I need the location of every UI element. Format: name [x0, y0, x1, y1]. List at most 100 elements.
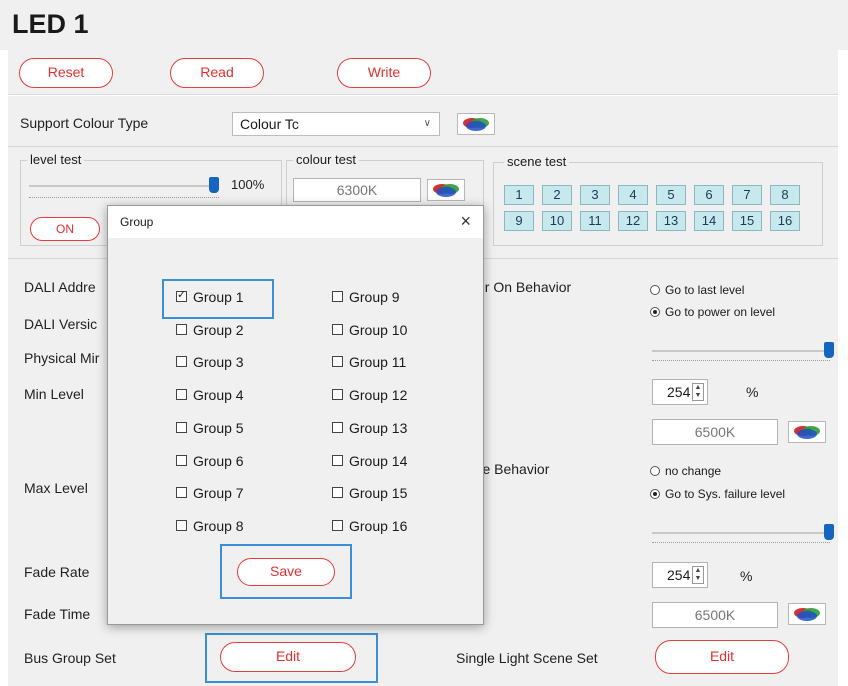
- group-checkbox[interactable]: Group 7: [176, 485, 244, 501]
- level-slider-ticks: [29, 197, 219, 199]
- power-on-option-level[interactable]: Go to power on level: [650, 305, 775, 319]
- scene-button[interactable]: 6: [694, 185, 724, 205]
- read-button[interactable]: Read: [170, 58, 264, 88]
- level-slider-track[interactable]: [29, 185, 219, 187]
- power-on-level-value: 254: [667, 384, 691, 400]
- colour-type-select[interactable]: Colour Tc ∨: [232, 112, 440, 136]
- scene-button[interactable]: 13: [656, 211, 686, 231]
- min-level-label: Min Level: [24, 386, 84, 402]
- chevron-down-icon: ∨: [423, 118, 431, 129]
- colour-picker-icon: [794, 608, 820, 621]
- scene-button[interactable]: 7: [732, 185, 762, 205]
- group-checkbox[interactable]: Group 16: [332, 518, 407, 534]
- scene-button[interactable]: 14: [694, 211, 724, 231]
- page-title: LED 1: [0, 0, 848, 50]
- failure-option-level[interactable]: Go to Sys. failure level: [650, 487, 785, 501]
- fade-time-label: Fade Time: [24, 606, 91, 622]
- spinner-arrows-icon[interactable]: ▲ ▼: [692, 383, 704, 401]
- bus-group-edit-button[interactable]: Edit: [220, 642, 356, 672]
- group-checkbox[interactable]: Group 15: [332, 485, 407, 501]
- write-button[interactable]: Write: [337, 58, 431, 88]
- failure-option-no-change-label: no change: [665, 464, 722, 478]
- scene-button[interactable]: 15: [732, 211, 762, 231]
- failure-option-level-label: Go to Sys. failure level: [665, 487, 786, 501]
- failure-colour-picker-button[interactable]: [788, 603, 826, 625]
- fade-rate-label: Fade Rate: [24, 564, 90, 580]
- radio-icon: [650, 285, 660, 295]
- power-on-level-spinner[interactable]: 254 ▲ ▼: [652, 379, 708, 405]
- scene-button[interactable]: 16: [770, 211, 800, 231]
- checkbox-icon: [176, 389, 187, 401]
- bus-group-set-label: Bus Group Set: [24, 650, 116, 666]
- divider: [8, 146, 838, 147]
- scene-button[interactable]: 10: [542, 211, 572, 231]
- checkbox-icon: [332, 519, 343, 531]
- scene-button[interactable]: 2: [542, 185, 572, 205]
- group-checkbox-label: Group 5: [193, 419, 244, 436]
- group-checkbox-label: Group 10: [349, 321, 408, 338]
- scene-button[interactable]: 3: [580, 185, 610, 205]
- group-checkbox[interactable]: Group 2: [176, 322, 244, 338]
- checkbox-icon: [332, 323, 343, 335]
- group-checkbox[interactable]: Group 11: [332, 354, 406, 370]
- single-scene-edit-button[interactable]: Edit: [655, 640, 789, 674]
- save-button[interactable]: Save: [237, 558, 335, 586]
- group-checkbox[interactable]: Group 5: [176, 420, 244, 436]
- checkbox-icon: [176, 356, 187, 368]
- scene-button[interactable]: 5: [656, 185, 686, 205]
- power-on-behavior-label: ver On Behavior: [470, 279, 572, 295]
- group-checkbox[interactable]: Group 8: [176, 518, 244, 534]
- colour-test-picker-button[interactable]: [427, 179, 465, 201]
- group-checkbox-label: Group 16: [349, 517, 408, 534]
- power-on-colour-picker-button[interactable]: [788, 421, 826, 443]
- dali-version-label: DALI Versic: [24, 316, 98, 332]
- checkbox-icon: [332, 454, 343, 466]
- group-checkbox[interactable]: Group 10: [332, 322, 407, 338]
- colour-picker-button[interactable]: [457, 113, 495, 135]
- scene-button[interactable]: 11: [580, 211, 610, 231]
- scene-button[interactable]: 8: [770, 185, 800, 205]
- reset-button[interactable]: Reset: [19, 58, 113, 88]
- scene-button[interactable]: 9: [504, 211, 534, 231]
- power-on-option-last[interactable]: Go to last level: [650, 283, 744, 297]
- checkbox-icon: [176, 454, 187, 466]
- group-checkbox-label: Group 6: [193, 452, 244, 469]
- colour-type-value: Colour Tc: [240, 116, 299, 132]
- failure-level-spinner[interactable]: 254 ▲ ▼: [652, 562, 708, 588]
- power-on-colour-input[interactable]: 6500K: [652, 419, 778, 445]
- group-checkbox-label: Group 13: [349, 419, 408, 436]
- power-on-slider-thumb[interactable]: [824, 342, 834, 358]
- group-checkbox[interactable]: Group 6: [176, 453, 244, 469]
- failure-colour-input[interactable]: 6500K: [652, 602, 778, 628]
- colour-picker-icon: [463, 118, 489, 131]
- failure-slider-track[interactable]: [652, 532, 830, 534]
- group-checkbox-label: Group 11: [349, 354, 407, 371]
- level-percent: 100%: [231, 177, 265, 192]
- checkbox-icon: [332, 356, 343, 368]
- group-checkbox[interactable]: Group 14: [332, 453, 407, 469]
- group-checkbox[interactable]: Group 1: [176, 288, 244, 305]
- group-checkbox[interactable]: Group 3: [176, 354, 244, 370]
- group-checkbox-label: Group 14: [349, 452, 408, 469]
- failure-option-no-change[interactable]: no change: [650, 464, 721, 478]
- close-icon[interactable]: ×: [460, 211, 471, 232]
- group-checkbox-label: Group 2: [193, 321, 244, 338]
- colour-type-label: Support Colour Type: [20, 115, 149, 131]
- group-dialog: Group × Group 1 Group 2 Group 3 Group 4 Grou…: [107, 205, 484, 625]
- scene-button[interactable]: 4: [618, 185, 648, 205]
- power-on-unit: %: [746, 384, 759, 400]
- group-checkbox[interactable]: Group 12: [332, 387, 407, 403]
- group-checkbox-label: Group 12: [349, 387, 408, 404]
- colour-test-input[interactable]: 6300K: [293, 178, 421, 202]
- scene-button[interactable]: 1: [504, 185, 534, 205]
- level-slider-thumb[interactable]: [209, 177, 219, 193]
- group-checkbox[interactable]: Group 9: [332, 289, 400, 305]
- group-checkbox[interactable]: Group 4: [176, 387, 244, 403]
- spinner-arrows-icon[interactable]: ▲ ▼: [692, 566, 704, 584]
- on-button[interactable]: ON: [30, 217, 100, 241]
- group-checkbox[interactable]: Group 13: [332, 420, 407, 436]
- failure-slider-thumb[interactable]: [824, 524, 834, 540]
- power-on-slider-track[interactable]: [652, 350, 830, 352]
- colour-test-title: colour test: [293, 152, 359, 167]
- scene-button[interactable]: 12: [618, 211, 648, 231]
